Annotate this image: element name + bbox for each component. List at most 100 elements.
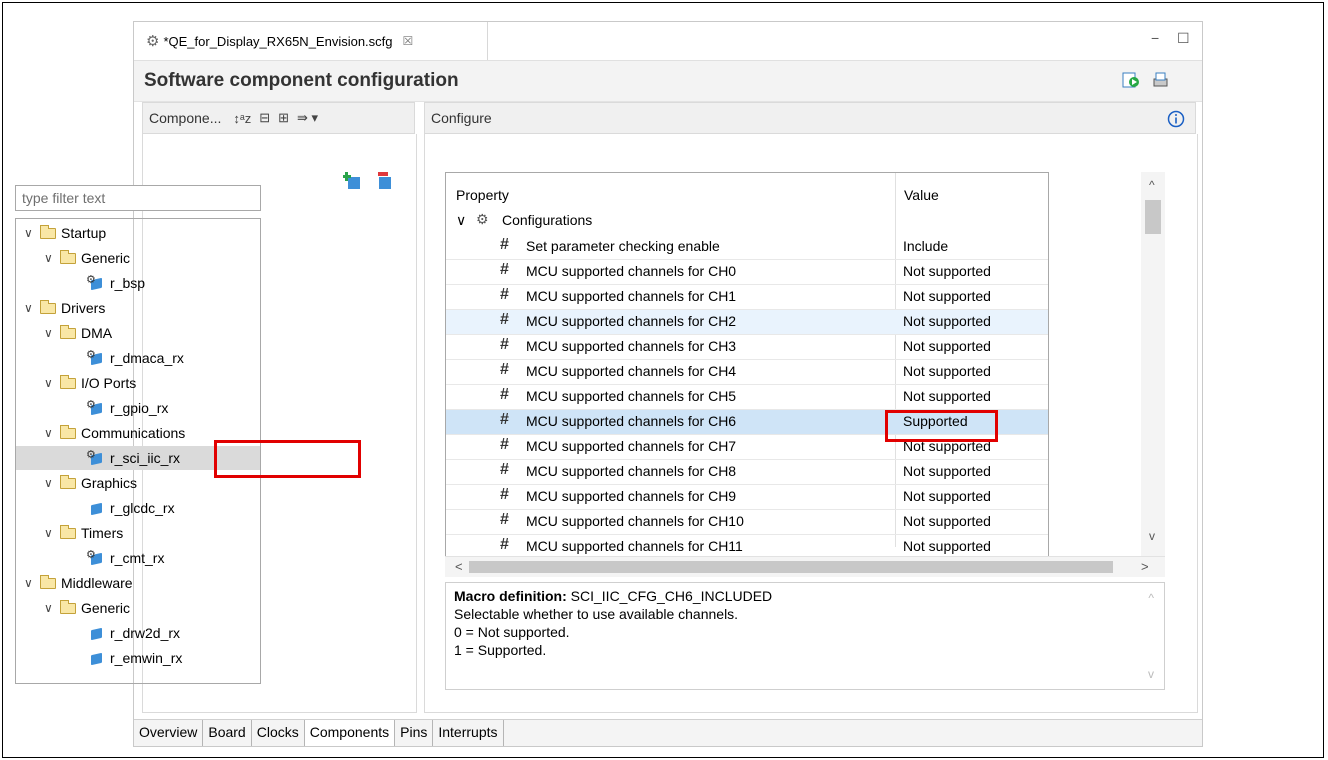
editor-header: Software component configuration: [134, 61, 1202, 102]
tree-item-graphics[interactable]: ∨ Graphics: [44, 471, 137, 495]
sort-az-icon[interactable]: ↕ᵃz: [233, 111, 251, 126]
tree-item-r-gpio-rx[interactable]: ⚙ r_gpio_rx: [86, 396, 168, 420]
group-row-configurations[interactable]: ∨ ⚙ Configurations: [446, 209, 1048, 234]
configure-panel-title: Configure: [431, 110, 492, 126]
gear-icon: ⚙: [476, 211, 489, 227]
hash-icon: #: [500, 311, 509, 328]
value-cell[interactable]: Not supported: [903, 388, 991, 404]
tab-clocks[interactable]: Clocks: [252, 720, 305, 746]
scroll-down-icon[interactable]: v: [1148, 665, 1154, 683]
tree-item-generic-2[interactable]: ∨ Generic: [44, 596, 130, 620]
generate-code-icon[interactable]: [1122, 71, 1140, 89]
value-cell[interactable]: Not supported: [903, 463, 991, 479]
column-header-property[interactable]: Property: [456, 187, 509, 203]
filter-input[interactable]: [15, 185, 261, 211]
scroll-up-icon[interactable]: ^: [1149, 178, 1155, 192]
horizontal-scrollbar[interactable]: < >: [445, 556, 1165, 577]
editor-tab[interactable]: ⚙ *QE_for_Display_RX65N_Envision.scfg ☒: [134, 22, 488, 60]
info-icon[interactable]: [1167, 110, 1185, 128]
column-header-value[interactable]: Value: [904, 187, 939, 203]
table-row[interactable]: # MCU supported channels for CH4 Not sup…: [446, 360, 1048, 385]
tree-item-r-bsp[interactable]: ⚙ r_bsp: [86, 271, 145, 295]
config-file-icon: ⚙: [146, 33, 160, 50]
tree-item-r-glcdc-rx[interactable]: r_glcdc_rx: [88, 496, 175, 520]
component-icon: ⚙: [86, 449, 104, 466]
table-row[interactable]: # MCU supported channels for CH1 Not sup…: [446, 285, 1048, 310]
property-cell: MCU supported channels for CH11: [526, 538, 743, 554]
table-row[interactable]: # Set parameter checking enable Include: [446, 235, 1048, 260]
highlight-box-value: [885, 410, 998, 442]
scroll-right-icon[interactable]: >: [1141, 559, 1149, 574]
folder-icon: [60, 374, 76, 389]
components-panel-header: Compone... ↕ᵃz ⊟ ⊞ ⇛ ▾: [142, 102, 415, 134]
hash-icon: #: [500, 436, 509, 453]
value-cell[interactable]: Not supported: [903, 338, 991, 354]
description-line: 0 = Not supported.: [454, 624, 570, 640]
editor-tab-title: *QE_for_Display_RX65N_Envision.scfg: [163, 33, 393, 49]
hash-icon: #: [500, 386, 509, 403]
value-cell[interactable]: Not supported: [903, 488, 991, 504]
value-cell[interactable]: Not supported: [903, 288, 991, 304]
tab-components[interactable]: Components: [304, 720, 396, 746]
value-cell[interactable]: Include: [903, 238, 948, 254]
value-cell[interactable]: Not supported: [903, 363, 991, 379]
property-grid: Property Value ∨ ⚙ Configurations # Set …: [445, 172, 1049, 577]
table-row[interactable]: # MCU supported channels for CH5 Not sup…: [446, 385, 1048, 410]
tab-pins[interactable]: Pins: [395, 720, 434, 746]
tree-item-middleware[interactable]: ∨ Middleware: [24, 571, 133, 595]
description-line: 1 = Supported.: [454, 642, 547, 658]
tree-item-r-drw2d-rx[interactable]: r_drw2d_rx: [88, 621, 180, 645]
tree-item-r-dmaca-rx[interactable]: ⚙ r_dmaca_rx: [86, 346, 184, 370]
property-cell: MCU supported channels for CH6: [526, 413, 737, 429]
print-icon[interactable]: [1151, 71, 1169, 89]
table-row[interactable]: # MCU supported channels for CH3 Not sup…: [446, 335, 1048, 360]
property-cell: MCU supported channels for CH3: [526, 338, 737, 354]
hash-icon: #: [500, 511, 509, 528]
maximize-icon[interactable]: ☐: [1177, 30, 1190, 47]
value-cell[interactable]: Not supported: [903, 513, 991, 529]
hash-icon: #: [500, 411, 509, 428]
close-tab-icon[interactable]: ☒: [403, 34, 414, 48]
property-cell: MCU supported channels for CH2: [526, 313, 737, 329]
tree-item-timers[interactable]: ∨ Timers: [44, 521, 123, 545]
filter-menu-icon[interactable]: ⇛ ▾: [297, 110, 318, 126]
tree-item-r-cmt-rx[interactable]: ⚙ r_cmt_rx: [86, 546, 164, 570]
add-component-icon[interactable]: [343, 171, 365, 191]
tree-item-startup[interactable]: ∨ Startup: [24, 221, 106, 245]
property-cell: MCU supported channels for CH9: [526, 488, 737, 504]
tab-overview[interactable]: Overview: [134, 720, 204, 746]
folder-icon: [60, 474, 76, 489]
value-cell[interactable]: Not supported: [903, 313, 991, 329]
scroll-thumb[interactable]: [1145, 200, 1161, 234]
scroll-down-icon[interactable]: v: [1149, 529, 1155, 543]
component-icon: [88, 651, 104, 666]
bottom-tab-bar: Overview Board Clocks Components Pins In…: [134, 719, 1202, 746]
collapse-all-icon[interactable]: ⊟: [259, 110, 270, 126]
table-row[interactable]: # MCU supported channels for CH9 Not sup…: [446, 485, 1048, 510]
hash-icon: #: [500, 236, 509, 253]
property-cell: Set parameter checking enable: [526, 238, 720, 254]
tree-item-r-emwin-rx[interactable]: r_emwin_rx: [88, 646, 182, 670]
remove-component-icon[interactable]: [374, 171, 396, 191]
tree-item-io-ports[interactable]: ∨ I/O Ports: [44, 371, 136, 395]
minimize-icon[interactable]: −: [1151, 30, 1159, 46]
scroll-left-icon[interactable]: <: [455, 559, 463, 574]
tree-item-generic[interactable]: ∨ Generic: [44, 246, 130, 270]
table-row[interactable]: # MCU supported channels for CH2 Not sup…: [446, 310, 1048, 335]
tab-interrupts[interactable]: Interrupts: [433, 720, 504, 746]
hscroll-thumb[interactable]: [469, 561, 1113, 573]
scroll-up-icon[interactable]: ^: [1148, 589, 1154, 607]
tab-board[interactable]: Board: [203, 720, 252, 746]
table-row[interactable]: # MCU supported channels for CH10 Not su…: [446, 510, 1048, 535]
component-icon: ⚙: [86, 399, 104, 416]
tree-item-dma[interactable]: ∨ DMA: [44, 321, 112, 345]
tree-item-communications[interactable]: ∨ Communications: [44, 421, 185, 445]
table-row[interactable]: # MCU supported channels for CH8 Not sup…: [446, 460, 1048, 485]
chevron-down-icon[interactable]: ∨: [456, 212, 466, 229]
table-row[interactable]: # MCU supported channels for CH0 Not sup…: [446, 260, 1048, 285]
vertical-scrollbar[interactable]: ^ v: [1141, 172, 1165, 572]
value-cell[interactable]: Not supported: [903, 263, 991, 279]
tree-item-drivers[interactable]: ∨ Drivers: [24, 296, 105, 320]
value-cell[interactable]: Not supported: [903, 538, 991, 554]
expand-all-icon[interactable]: ⊞: [278, 110, 289, 126]
